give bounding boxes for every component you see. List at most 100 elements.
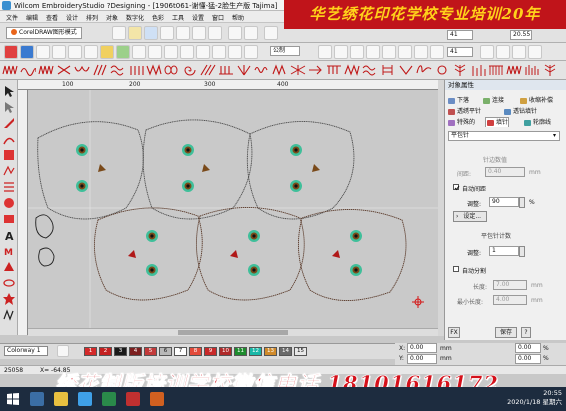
slow-redraw-button[interactable]: [496, 45, 510, 59]
blanket-stitch-icon[interactable]: [218, 63, 234, 77]
length-input[interactable]: 7.00: [493, 280, 527, 290]
menu-file[interactable]: 文件: [6, 13, 18, 22]
coreldraw-mode-button[interactable]: CorelDRAW图形模式: [6, 27, 82, 39]
color-swatch[interactable]: 8: [189, 347, 202, 356]
herringbone-stitch-icon[interactable]: [290, 63, 306, 77]
scale-x-input[interactable]: 0.00: [515, 343, 541, 353]
app-taskbar-icon[interactable]: [150, 392, 164, 406]
zoom-button[interactable]: [264, 26, 278, 40]
scrollbar-thumb[interactable]: [178, 330, 288, 335]
color-swatch[interactable]: 13: [264, 347, 277, 356]
run-icon[interactable]: [2, 164, 16, 178]
grid-button[interactable]: [398, 45, 412, 59]
scallop-stitch-icon[interactable]: [74, 63, 90, 77]
save-button[interactable]: [144, 26, 158, 40]
color-swatch[interactable]: 3: [114, 347, 127, 356]
comb-stitch-icon[interactable]: [326, 63, 342, 77]
file-explorer-icon[interactable]: [54, 392, 68, 406]
satin-button[interactable]: [132, 45, 146, 59]
adjust-input[interactable]: 90: [489, 197, 519, 207]
column-icon[interactable]: [2, 180, 16, 194]
save-properties-button[interactable]: 保存: [495, 327, 517, 338]
show-stitches-button[interactable]: [350, 45, 364, 59]
adjust-spinner[interactable]: [519, 197, 525, 208]
horizontal-scrollbar[interactable]: [28, 328, 438, 336]
menu-window[interactable]: 窗口: [212, 13, 224, 22]
group-button[interactable]: [244, 45, 258, 59]
applique-button[interactable]: [116, 45, 130, 59]
redo-button[interactable]: [244, 26, 258, 40]
tab-connect[interactable]: 连接: [482, 96, 504, 106]
tfx-button[interactable]: [512, 45, 526, 59]
color-swatch[interactable]: 1: [84, 347, 97, 356]
menu-color[interactable]: 色彩: [152, 13, 164, 22]
color-swatch[interactable]: 12: [249, 347, 262, 356]
scale-y-input[interactable]: 0.00: [515, 354, 541, 364]
line-tool-button[interactable]: [68, 45, 82, 59]
menu-view[interactable]: 查看: [46, 13, 58, 22]
color-swatch[interactable]: 6: [159, 347, 172, 356]
fx-button[interactable]: FX: [448, 327, 460, 338]
lettering-button[interactable]: [100, 45, 114, 59]
double-wave-stitch-icon[interactable]: [362, 63, 378, 77]
threed-button[interactable]: [528, 45, 542, 59]
help-button[interactable]: ?: [521, 327, 531, 338]
tab-fill-active[interactable]: 填针: [485, 117, 510, 127]
task-view-icon[interactable]: [30, 392, 44, 406]
zigzag-stitch-icon[interactable]: [2, 63, 18, 77]
menu-settings[interactable]: 设置: [192, 13, 204, 22]
stitch-count-field[interactable]: 41: [447, 30, 473, 40]
paste-button[interactable]: [208, 26, 222, 40]
reshape-icon[interactable]: [2, 100, 16, 114]
x-input[interactable]: 0.00: [407, 343, 437, 353]
color-swatch[interactable]: 15: [294, 347, 307, 356]
menu-help[interactable]: 帮助: [232, 13, 244, 22]
color-swatch[interactable]: 7: [174, 347, 187, 356]
select-arrow-icon[interactable]: [2, 84, 16, 98]
show-objects-button[interactable]: [382, 45, 396, 59]
chain-stitch-icon[interactable]: [164, 63, 180, 77]
ripple-stitch-icon[interactable]: [110, 63, 126, 77]
outline-button[interactable]: [318, 45, 332, 59]
color-swatch[interactable]: 5: [144, 347, 157, 356]
mirror-button[interactable]: [180, 45, 194, 59]
wave-stitch-icon[interactable]: [20, 63, 37, 77]
menu-object[interactable]: 对象: [106, 13, 118, 22]
fill-shape-icon[interactable]: [2, 148, 16, 162]
zoom-field[interactable]: 20.55: [510, 30, 532, 40]
wechat-icon[interactable]: [102, 392, 116, 406]
lettering-icon[interactable]: A: [2, 228, 16, 243]
edge-spacing-input[interactable]: 0.40: [485, 167, 525, 177]
branch-stitch-icon[interactable]: [542, 63, 558, 77]
print-button[interactable]: [160, 26, 174, 40]
digitize-icon[interactable]: [2, 132, 16, 146]
auto-spacing-checkbox[interactable]: [453, 184, 460, 191]
units-select[interactable]: 公制: [270, 46, 300, 56]
rotate-button[interactable]: [196, 45, 210, 59]
pitch-spinner[interactable]: [519, 246, 525, 257]
tab-outline[interactable]: 轮廓线: [523, 118, 551, 128]
sculpture-stitch-icon[interactable]: [146, 63, 162, 77]
color-swatch[interactable]: 10: [219, 347, 232, 356]
hoop-button[interactable]: [414, 45, 428, 59]
outline-tool-button[interactable]: [20, 45, 34, 59]
stitch-preview-button[interactable]: [334, 45, 348, 59]
zigzag-fill-icon[interactable]: [506, 63, 522, 77]
menu-design[interactable]: 设计: [66, 13, 78, 22]
grass-stitch-icon[interactable]: [470, 63, 486, 77]
tree-stitch-icon[interactable]: [452, 63, 468, 77]
tatami-button[interactable]: [148, 45, 162, 59]
menu-tools[interactable]: 工具: [172, 13, 184, 22]
menu-digitize[interactable]: 数字化: [126, 13, 144, 22]
knife-icon[interactable]: [2, 116, 16, 130]
undo-button[interactable]: [228, 26, 242, 40]
y-input[interactable]: 0.00: [407, 354, 437, 364]
tab-satin-open[interactable]: 透绣平针: [447, 107, 481, 117]
feather-stitch-icon[interactable]: [92, 63, 108, 77]
stitch-type-select[interactable]: 平包针 ▾: [448, 131, 560, 141]
knot-stitch-icon[interactable]: [434, 63, 450, 77]
radial-stitch-icon[interactable]: [236, 63, 252, 77]
ladder-stitch-icon[interactable]: [380, 63, 396, 77]
monogram-icon[interactable]: M: [2, 244, 16, 258]
color-swatch[interactable]: 11: [234, 347, 247, 356]
